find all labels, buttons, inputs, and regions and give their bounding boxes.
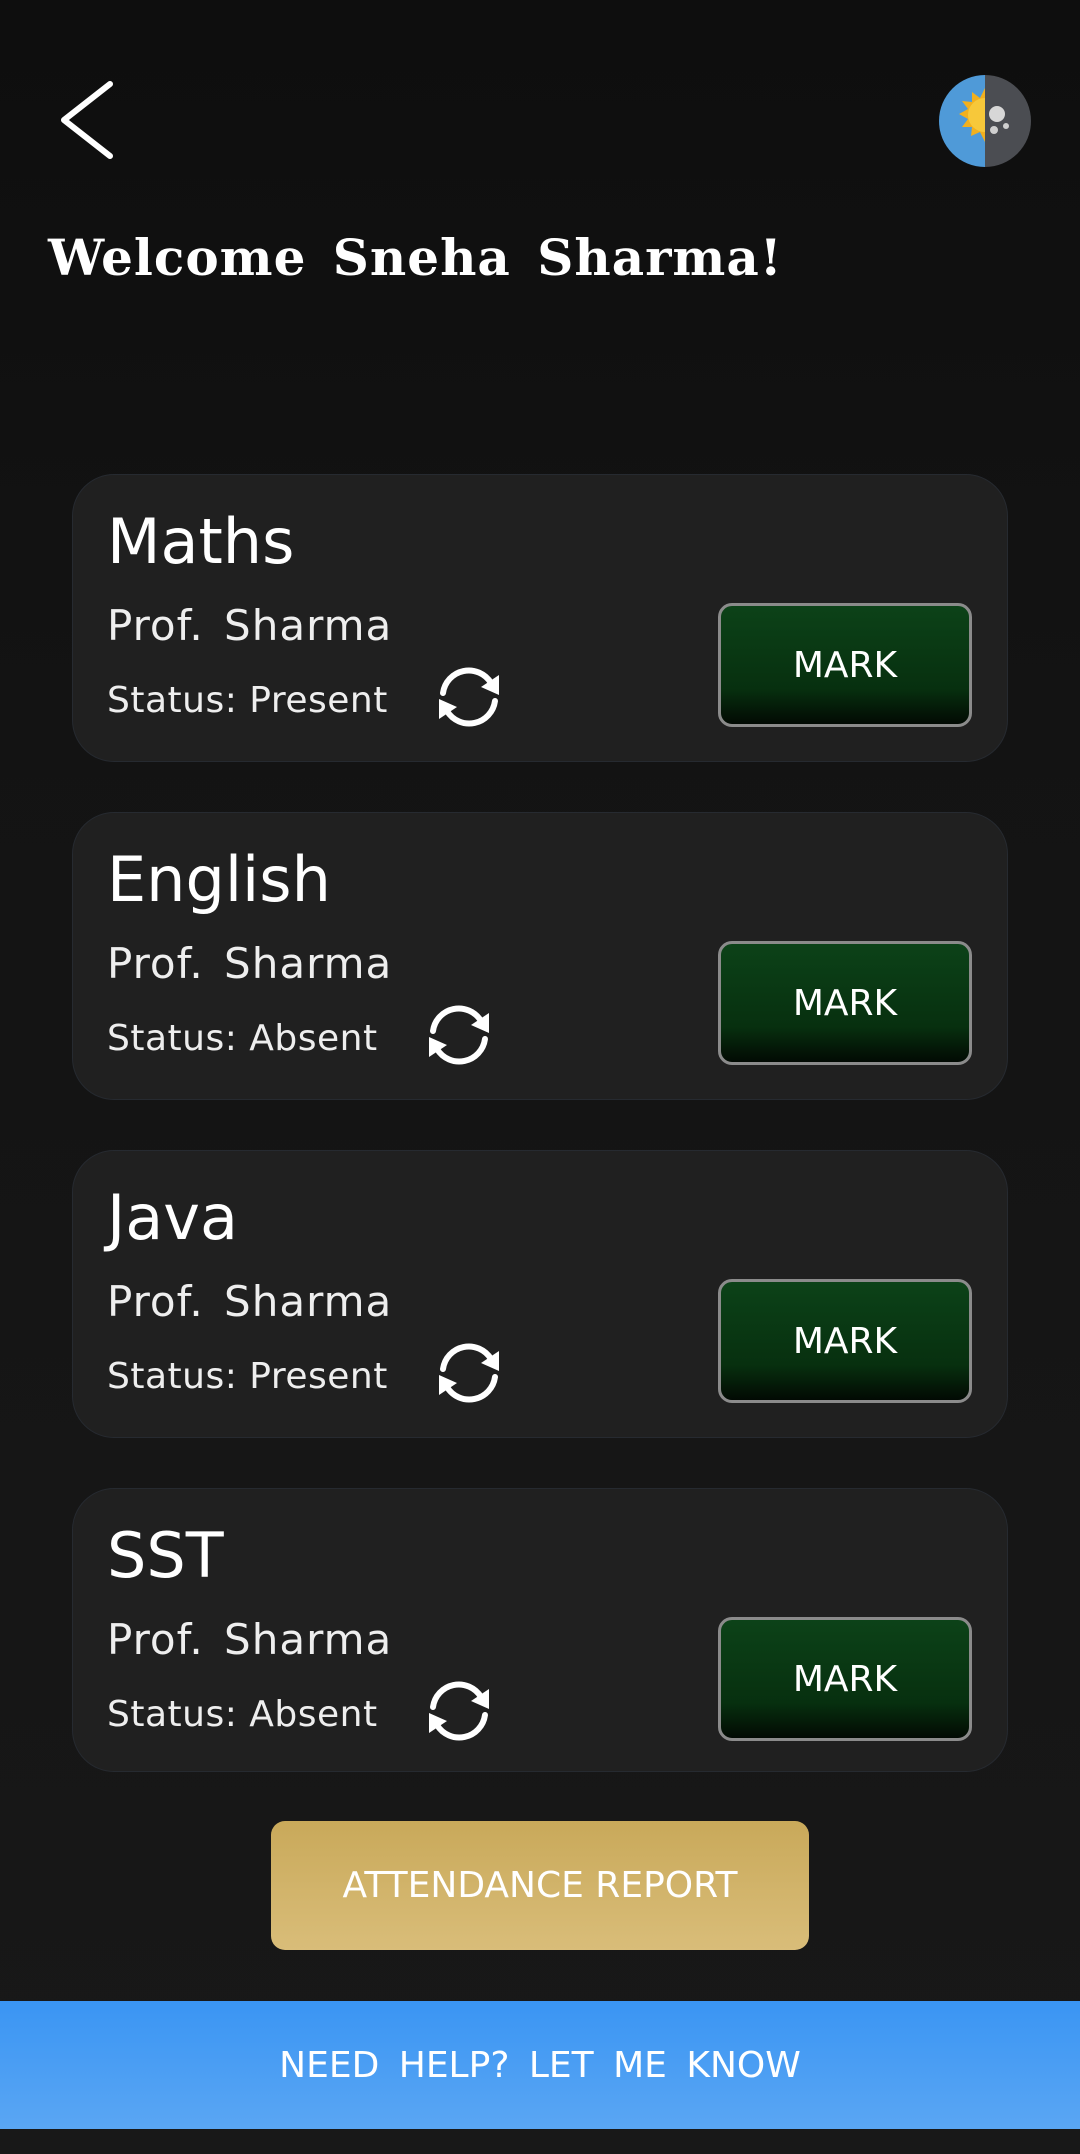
sun-moon-toggle-icon [939, 75, 1031, 167]
professor-name: Prof. Sharma [107, 1615, 393, 1664]
professor-name: Prof. Sharma [107, 939, 393, 988]
subject-card-sst: SST Prof. Sharma Status: Absent MARK [72, 1488, 1008, 1772]
attendance-status: Status: Absent [107, 1694, 378, 1735]
back-button[interactable] [48, 70, 128, 170]
subject-title: English [107, 843, 331, 916]
attendance-status: Status: Present [107, 680, 388, 721]
refresh-icon [439, 667, 499, 727]
attendance-status: Status: Absent [107, 1018, 378, 1059]
mark-button[interactable]: MARK [718, 941, 972, 1065]
subject-title: Maths [107, 505, 295, 578]
professor-name: Prof. Sharma [107, 1277, 393, 1326]
theme-toggle-button[interactable] [938, 74, 1032, 168]
mark-button[interactable]: MARK [718, 1279, 972, 1403]
professor-name: Prof. Sharma [107, 601, 393, 650]
attendance-status: Status: Present [107, 1356, 388, 1397]
attendance-report-button[interactable]: ATTENDANCE REPORT [271, 1821, 809, 1950]
need-help-button[interactable]: NEED HELP? LET ME KNOW [0, 2001, 1080, 2129]
subject-card-english: English Prof. Sharma Status: Absent MARK [72, 812, 1008, 1100]
refresh-icon [429, 1005, 489, 1065]
refresh-button[interactable] [419, 995, 499, 1075]
refresh-button[interactable] [429, 657, 509, 737]
refresh-icon [439, 1343, 499, 1403]
mark-button[interactable]: MARK [718, 1617, 972, 1741]
refresh-button[interactable] [429, 1333, 509, 1413]
welcome-heading: Welcome Sneha Sharma! [48, 228, 783, 287]
mark-button[interactable]: MARK [718, 603, 972, 727]
refresh-button[interactable] [419, 1671, 499, 1751]
chevron-left-icon [61, 81, 113, 159]
attendance-screen: Welcome Sneha Sharma! Maths Prof. Sharma… [0, 0, 1080, 2154]
subject-card-maths: Maths Prof. Sharma Status: Present MARK [72, 474, 1008, 762]
subject-title: SST [107, 1519, 224, 1592]
subject-title: Java [107, 1181, 238, 1254]
refresh-icon [429, 1681, 489, 1741]
subject-card-java: Java Prof. Sharma Status: Present MARK [72, 1150, 1008, 1438]
